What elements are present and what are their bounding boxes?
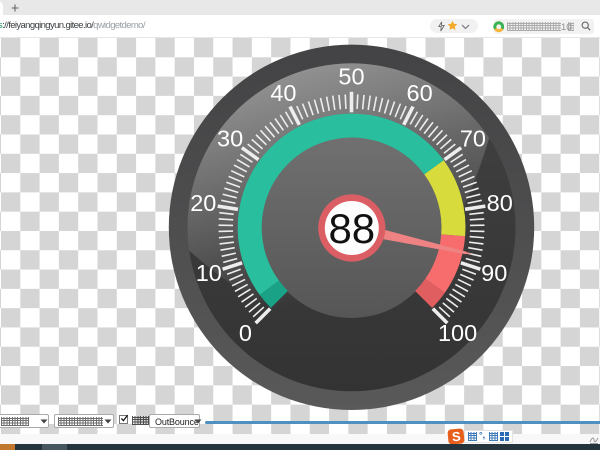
svg-text:20: 20 (190, 190, 216, 216)
svg-text:30: 30 (217, 126, 243, 152)
svg-text:70: 70 (460, 126, 486, 152)
svg-text:60: 60 (407, 80, 433, 106)
svg-text:50: 50 (338, 64, 364, 90)
svg-text:40: 40 (270, 80, 296, 106)
svg-text:80: 80 (487, 190, 513, 216)
svg-text:0: 0 (239, 320, 252, 346)
svg-text:90: 90 (481, 260, 507, 286)
svg-text:88: 88 (328, 205, 375, 252)
svg-text:10: 10 (196, 260, 222, 286)
svg-text:100: 100 (438, 320, 477, 346)
